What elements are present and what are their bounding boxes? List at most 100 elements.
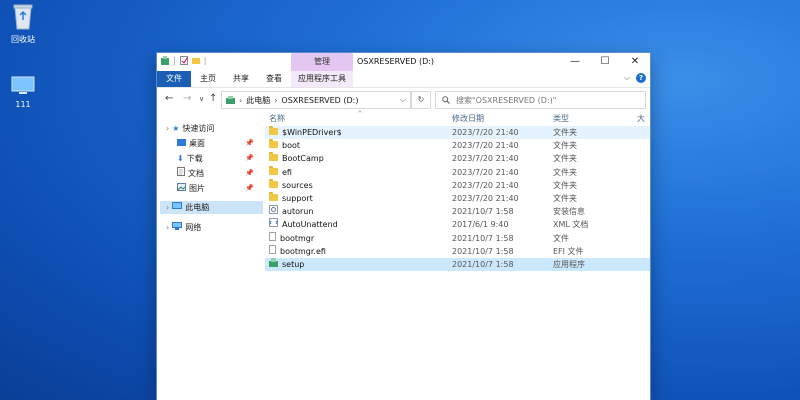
address-row: ← → ∨ ↑ › 此电脑 › OSXRESERVED (D:) ⌵ ↻ 搜索"… <box>157 88 650 110</box>
breadcrumb-this-pc[interactable]: 此电脑 <box>246 95 270 106</box>
table-row[interactable]: autorun 2021/10/7 1:58 安装信息 <box>265 205 650 218</box>
table-row[interactable]: boot 2023/7/20 21:40 文件夹 <box>265 139 650 152</box>
file-name-cell: bootmgr <box>269 231 314 245</box>
file-name: support <box>282 194 313 203</box>
table-row[interactable]: efi 2023/7/20 21:40 文件夹 <box>265 165 650 179</box>
file-type: 文件夹 <box>553 141 577 151</box>
navigation-pane: › ★ 快速访问 桌面 📌 ⬇ 下载 📌 文档 📌 图片 📌 › 此电脑 › 网… <box>157 113 263 400</box>
drive-setup-icon <box>226 96 235 104</box>
folder-icon <box>269 192 278 205</box>
nav-downloads-label: 下载 <box>186 154 203 163</box>
app-setup-icon <box>161 56 169 65</box>
back-arrow-icon[interactable]: ← <box>165 93 173 104</box>
tab-file[interactable]: 文件 <box>157 71 191 87</box>
file-name-cell: boot <box>269 139 300 152</box>
column-header-name-label: 名称 <box>269 114 285 123</box>
file-name-cell: $WinPEDriver$ <box>269 126 342 139</box>
address-bar[interactable]: › 此电脑 › OSXRESERVED (D:) ⌵ <box>221 91 411 109</box>
new-folder-icon[interactable] <box>191 56 200 65</box>
column-header-date[interactable]: 修改日期 <box>452 113 484 124</box>
column-header-name[interactable]: 名称 ^ <box>269 110 363 124</box>
title-bar: | | 管理 OSXRESERVED (D:) — ☐ ✕ <box>157 53 650 71</box>
table-row[interactable]: setup 2021/10/7 1:58 应用程序 <box>265 258 650 271</box>
computer-icon <box>0 76 46 98</box>
help-icon[interactable]: ? <box>636 73 646 83</box>
quick-access-toolbar: | | <box>161 56 206 65</box>
nav-network-label: 网络 <box>185 223 202 232</box>
tab-share[interactable]: 共享 <box>226 71 256 87</box>
xml-file-icon <box>269 218 278 231</box>
expand-chevron-icon: › <box>166 223 170 232</box>
computer-icon <box>172 201 183 214</box>
minimize-button[interactable]: — <box>560 53 590 71</box>
forward-arrow-icon[interactable]: → <box>183 93 191 104</box>
file-type: 应用程序 <box>553 260 585 269</box>
file-name-cell: autorun <box>269 205 313 218</box>
close-button[interactable]: ✕ <box>620 53 650 71</box>
recycle-bin-desktop-icon[interactable]: 回收站 <box>0 2 46 45</box>
recycle-bin-label: 回收站 <box>11 35 35 44</box>
tab-application-tools[interactable]: 应用程序工具 <box>291 71 353 87</box>
column-header-type[interactable]: 类型 <box>553 113 569 124</box>
file-name: $WinPEDriver$ <box>282 128 342 137</box>
recent-locations-chevron-icon[interactable]: ∨ <box>199 95 204 103</box>
file-name: sources <box>282 180 313 190</box>
up-arrow-icon[interactable]: ↑ <box>209 93 217 104</box>
file-date: 2023/7/20 21:40 <box>452 194 519 203</box>
tab-view[interactable]: 查看 <box>259 71 289 87</box>
desktop-icon <box>177 137 186 150</box>
file-date: 2023/7/20 21:40 <box>452 128 519 137</box>
star-icon: ★ <box>172 124 180 133</box>
expand-ribbon-chevron-icon[interactable]: ⌵ <box>624 73 630 83</box>
table-row[interactable]: AutoUnattend 2017/6/1 9:40 XML 文档 <box>265 218 650 231</box>
nav-pictures[interactable]: 图片 📌 <box>177 182 260 195</box>
file-type: 文件夹 <box>553 167 577 177</box>
table-row[interactable]: sources 2023/7/20 21:40 文件夹 <box>265 178 650 192</box>
file-name-cell: BootCamp <box>269 152 324 165</box>
tab-home[interactable]: 主页 <box>193 71 223 87</box>
manage-context-tab[interactable]: 管理 <box>291 53 353 71</box>
file-date: 2021/10/7 1:58 <box>452 260 514 269</box>
refresh-button[interactable]: ↻ <box>411 91 431 109</box>
maximize-button[interactable]: ☐ <box>590 53 620 71</box>
nav-documents[interactable]: 文档 📌 <box>177 167 260 180</box>
file-type: 文件夹 <box>553 128 577 137</box>
file-date: 2023/7/20 21:40 <box>452 141 519 151</box>
file-name: AutoUnattend <box>282 220 338 230</box>
nav-this-pc-label: 此电脑 <box>185 203 210 212</box>
file-name: boot <box>282 141 301 151</box>
sort-ascending-icon: ^ <box>357 110 363 118</box>
file-name: autorun <box>282 207 314 217</box>
table-row[interactable]: support 2023/7/20 21:40 文件夹 <box>265 192 650 205</box>
nav-desktop[interactable]: 桌面 📌 <box>177 137 260 150</box>
address-dropdown-chevron-icon[interactable]: ⌵ <box>400 92 406 108</box>
this-pc-desktop-icon[interactable]: 111 <box>0 76 46 109</box>
properties-icon[interactable] <box>179 56 188 65</box>
this-pc-label: 111 <box>15 100 31 109</box>
file-date: 2023/7/20 21:40 <box>452 167 519 177</box>
search-input[interactable]: 搜索"OSXRESERVED (D:)" <box>435 91 646 109</box>
folder-icon <box>269 165 278 179</box>
file-type: 文件夹 <box>553 194 577 203</box>
picture-icon <box>177 182 186 195</box>
nav-this-pc[interactable]: › 此电脑 <box>160 201 263 214</box>
breadcrumb-chevron-icon: › <box>274 95 278 105</box>
nav-downloads[interactable]: ⬇ 下载 📌 <box>177 152 260 165</box>
column-header-size[interactable]: 大 <box>637 113 645 124</box>
file-type: XML 文档 <box>553 220 589 230</box>
breadcrumb-drive[interactable]: OSXRESERVED (D:) <box>281 96 358 105</box>
breadcrumb-chevron-icon: › <box>239 95 243 105</box>
table-row[interactable]: BootCamp 2023/7/20 21:40 文件夹 <box>265 152 650 165</box>
pin-icon: 📌 <box>245 184 254 192</box>
nav-network[interactable]: › 网络 <box>166 221 201 234</box>
recycle-bin-icon <box>0 2 46 32</box>
search-placeholder: 搜索"OSXRESERVED (D:)" <box>456 95 557 105</box>
file-icon <box>269 244 276 258</box>
nav-quick-access[interactable]: › ★ 快速访问 <box>166 122 214 135</box>
expand-chevron-icon: › <box>166 203 170 212</box>
table-row[interactable]: bootmgr 2021/10/7 1:58 文件 <box>265 231 650 245</box>
table-row[interactable]: $WinPEDriver$ 2023/7/20 21:40 文件夹 <box>265 126 650 139</box>
file-date: 2021/10/7 1:58 <box>452 207 514 217</box>
table-row[interactable]: bootmgr.efi 2021/10/7 1:58 EFI 文件 <box>265 244 650 258</box>
nav-desktop-label: 桌面 <box>189 139 205 148</box>
